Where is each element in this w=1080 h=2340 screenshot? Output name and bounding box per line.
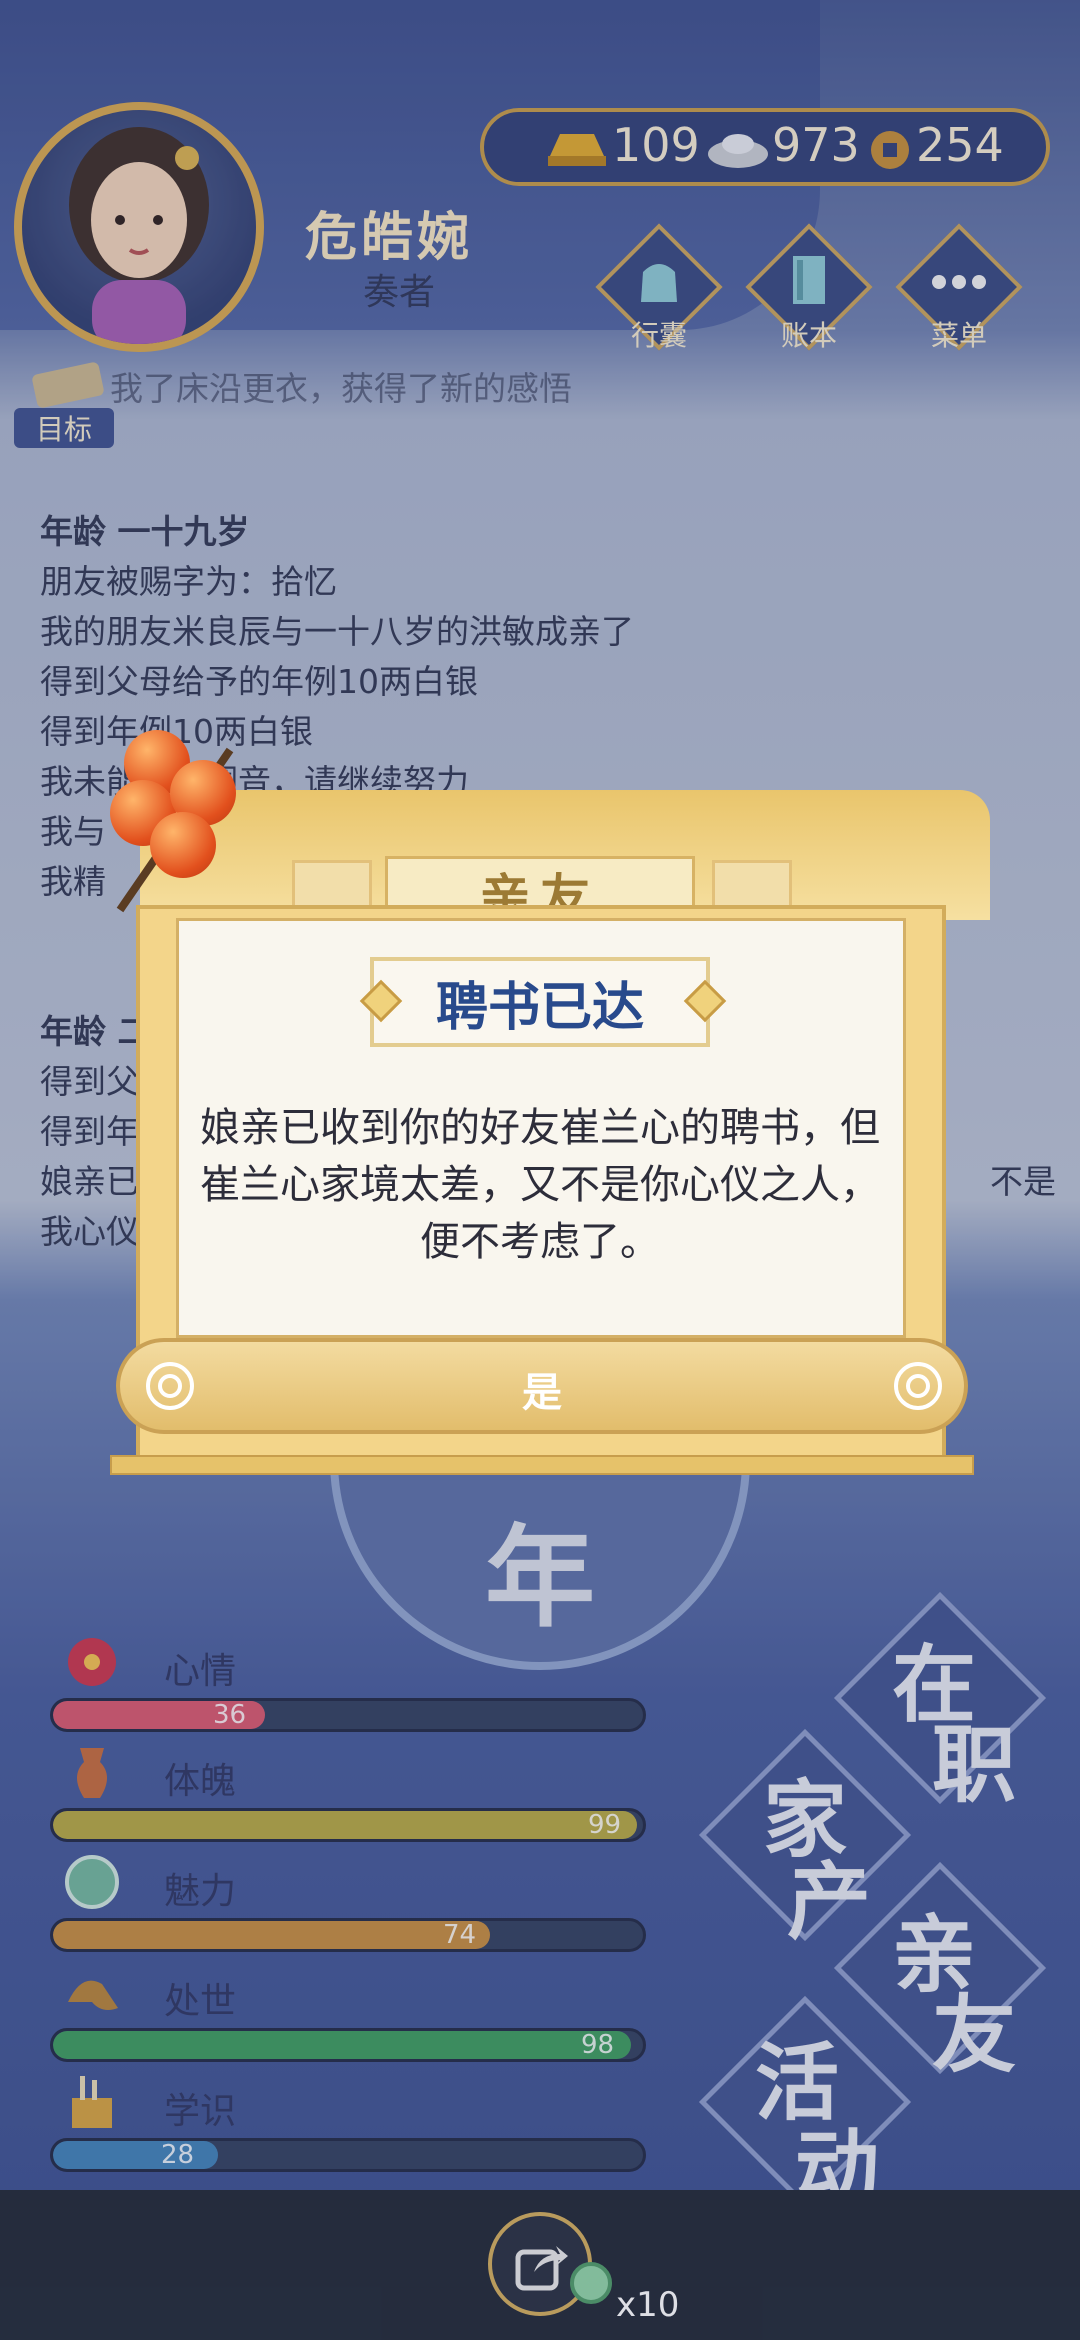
dialog-message: 娘亲已收到你的好友崔兰心的聘书，但崔兰心家境太差，又不是你心仪之人，便不考虑了。 (200, 1105, 880, 1265)
dialog-bottom-rail (110, 1455, 974, 1475)
dialog-subtitle: 聘书已达 (435, 978, 644, 1038)
confirm-button-label[interactable]: 是 (116, 1360, 968, 1418)
candied-haws-decoration (110, 720, 270, 920)
